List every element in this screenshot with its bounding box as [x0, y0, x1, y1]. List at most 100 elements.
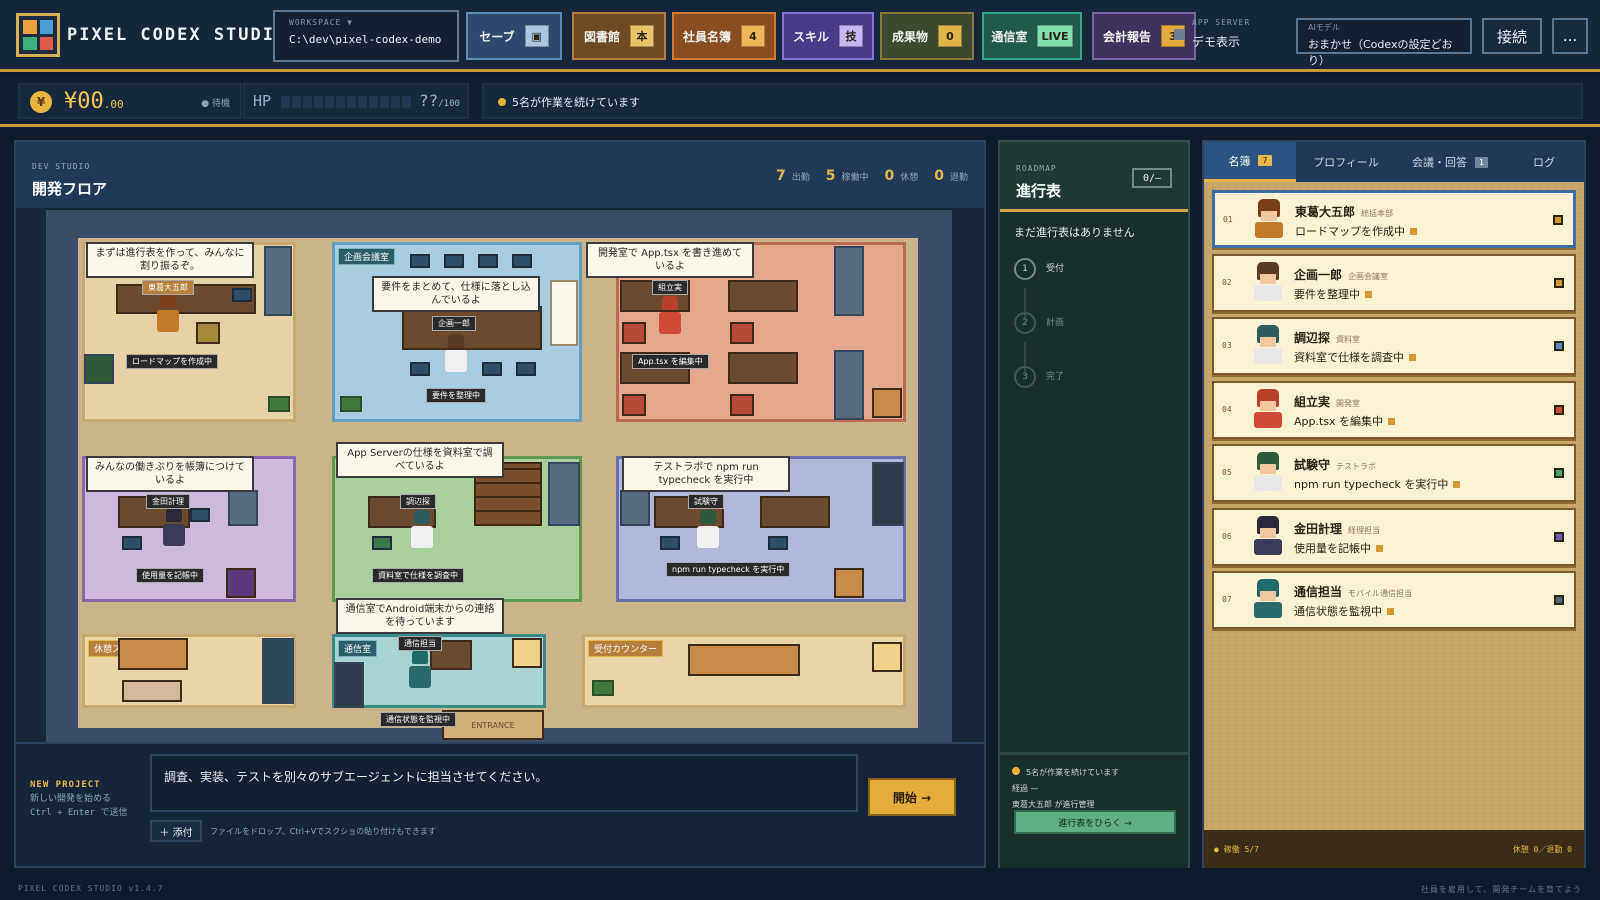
- attendance-counts: 7 出勤 5 稼働中 0 休憩 0 退勤: [776, 168, 968, 184]
- roster-role: 資料室: [1336, 335, 1361, 344]
- roster-rest-count: 休憩 0／退勤 0: [1512, 845, 1572, 854]
- workspace-selector[interactable]: WORKSPACE ▼ C:\dev\pixel-codex-demo: [273, 10, 459, 62]
- task-progress-icon: [1409, 354, 1416, 361]
- roster-card[interactable]: 02 企画一郎 企画会議室 要件を整理中: [1212, 253, 1576, 312]
- roadmap-step: 1 受付: [1014, 258, 1064, 280]
- roster-name-text: 企画一郎: [1294, 267, 1343, 282]
- dev-floor-panel: DEV STUDIO 開発フロア 7 出勤 5 稼働中 0 休憩 0 退勤 企画会議室 休憩ス…: [14, 140, 986, 868]
- monitor-icon: [478, 254, 498, 268]
- chair: [196, 322, 220, 344]
- character-kikaku[interactable]: [444, 334, 468, 374]
- office-map[interactable]: 企画会議室 休憩スペース 通信室 受付カウンター ENTRANCE: [46, 210, 952, 758]
- roster-name-text: 調辺探: [1294, 331, 1331, 345]
- coffee-table: [122, 680, 182, 702]
- attendance-number: 0: [884, 168, 895, 184]
- roster-card[interactable]: 04 組立実 開発室 App.tsx を編集中: [1212, 380, 1576, 439]
- save-button-badge: ▣: [524, 25, 549, 47]
- roster-name-text: 組立実: [1294, 394, 1331, 409]
- plant-icon: [268, 396, 290, 412]
- tab-meeting[interactable]: 会議・回答 1: [1396, 142, 1504, 182]
- roster-task: ロードマップを作成中: [1295, 223, 1417, 239]
- app-server-toggle[interactable]: APP SERVER デモ表示: [1174, 18, 1250, 50]
- monitor-icon: [512, 254, 532, 268]
- file-cabinet: [548, 462, 580, 526]
- roster-task-text: App.tsx を編集中: [1294, 414, 1384, 428]
- comm-room-button-badge: LIVE: [1037, 25, 1073, 47]
- wall-poster: [512, 638, 542, 668]
- character-kaneda[interactable]: [162, 508, 186, 548]
- roster-name: 調辺探 資料室: [1294, 329, 1360, 346]
- roster-task-text: 要件を整理中: [1294, 287, 1360, 301]
- character-tsushin[interactable]: [408, 650, 432, 690]
- more-menu-button[interactable]: ...: [1552, 18, 1588, 54]
- open-roadmap-button[interactable]: 進行表をひらく →: [1014, 810, 1176, 834]
- floor-title: 開発フロア: [32, 180, 108, 198]
- new-project-label: NEW PROJECT: [30, 780, 101, 790]
- chair: [622, 394, 646, 416]
- employee-roster-button[interactable]: 社員名簿 4: [672, 12, 776, 60]
- project-prompt-input[interactable]: 調査、実装、テストを別々のサブエージェントに担当させてください。: [150, 754, 858, 812]
- desk: [728, 280, 798, 312]
- character-todo[interactable]: [156, 294, 180, 334]
- workspace-label: WORKSPACE ▼: [289, 18, 353, 27]
- name-tag: 金田計理: [146, 494, 190, 509]
- start-button[interactable]: 開始 →: [868, 778, 956, 816]
- attach-hint: ファイルをドロップ、Ctrl+Vでスクショの貼り付けもできます: [210, 827, 436, 836]
- roster-card[interactable]: 01 東葛大五郎 統括本部 ロードマップを作成中: [1212, 190, 1576, 248]
- deliverables-button[interactable]: 成果物 0: [880, 12, 974, 60]
- roster-card[interactable]: 03 調辺探 資料室 資料室で仕様を調査中: [1212, 317, 1576, 375]
- character-shirabe[interactable]: [410, 510, 434, 550]
- character-shiken[interactable]: [696, 510, 720, 550]
- attendance-label: 休憩: [900, 173, 919, 183]
- room-label-reception: 受付カウンター: [588, 640, 664, 657]
- roadmap-step: 3 完了: [1014, 366, 1064, 388]
- avatar: [1252, 325, 1284, 367]
- app-server-checkbox[interactable]: [1174, 29, 1185, 40]
- speech-bubble: 通信室でAndroid端末からの連絡を待っています: [336, 598, 504, 634]
- wall-poster: [872, 642, 902, 672]
- task-tag: 使用量を記帳中: [136, 568, 204, 583]
- avatar: [1252, 388, 1284, 431]
- roster-role: テストラボ: [1336, 462, 1377, 471]
- tab-profile[interactable]: プロフィール: [1296, 142, 1396, 182]
- task-tag: 通信状態を監視中: [380, 712, 456, 727]
- hp-bar: [281, 96, 411, 108]
- monitor-icon: [444, 254, 464, 268]
- speech-bubble: みんなの働きぶりを帳簿につけているよ: [86, 456, 254, 492]
- attendance-number: 5: [825, 168, 836, 184]
- library-button[interactable]: 図書館本: [572, 12, 666, 60]
- comm-room-button[interactable]: 通信室 LIVE: [982, 12, 1082, 60]
- step-number-icon: 1: [1014, 258, 1036, 280]
- ai-model-select[interactable]: AIモデル おまかせ（Codexの設定どおり）: [1296, 18, 1472, 67]
- save-button[interactable]: セーブ ▣: [466, 12, 562, 60]
- roster-card[interactable]: 06 金田計理 経理担当 使用量を記帳中: [1212, 507, 1576, 566]
- attach-button[interactable]: ＋ 添付: [150, 820, 202, 842]
- tab-log[interactable]: ログ: [1504, 142, 1584, 182]
- hp-label: HP: [253, 92, 272, 110]
- roster-tabs: 名簿 7 プロフィール 会議・回答 1 ログ: [1204, 142, 1584, 182]
- top-bar: PIXEL CODEX STUDIO WORKSPACE ▼ C:\dev\pi…: [0, 0, 1600, 72]
- roster-name-text: 東葛大五郎: [1295, 205, 1356, 219]
- app-tagline: 社員を雇用して、開発チームを育てよう: [1420, 885, 1582, 894]
- roster-card[interactable]: 05 試験守 テストラボ npm run typecheck を実行中: [1212, 444, 1576, 502]
- send-shortcut-hint: Ctrl + Enter で送信: [30, 807, 128, 818]
- attendance-count: 5 稼働中: [826, 168, 869, 184]
- app-footer: PIXEL CODEX STUDIO v1.4.7 社員を雇用して、開発チームを育…: [0, 880, 1600, 900]
- connect-button[interactable]: 接続: [1482, 18, 1542, 54]
- wallet-display: ¥ ¥00.00 ● 待機: [18, 83, 242, 119]
- attendance-number: 7: [775, 168, 786, 184]
- character-kumitate[interactable]: [658, 296, 682, 336]
- skills-button[interactable]: スキル技: [782, 12, 874, 60]
- task-progress-icon: [1410, 228, 1417, 235]
- ai-model-value: おまかせ（Codexの設定どおり）: [1308, 38, 1453, 67]
- status-square-icon: [1554, 595, 1564, 605]
- task-progress-icon: [1388, 417, 1396, 425]
- roster-task-text: npm run typecheck を実行中: [1294, 478, 1449, 491]
- tab-roster[interactable]: 名簿 7: [1204, 142, 1296, 182]
- status-bar: ¥ ¥00.00 ● 待機 HP ??/100 5名が作業を続けています: [0, 75, 1600, 127]
- room-label-comm: 通信室: [338, 640, 378, 657]
- plant-icon: [592, 680, 614, 696]
- roster-card[interactable]: 07 通信担当 モバイル通信担当 通信状態を監視中: [1212, 571, 1576, 629]
- tab-log-label: ログ: [1533, 156, 1555, 169]
- file-cabinet: [264, 246, 292, 316]
